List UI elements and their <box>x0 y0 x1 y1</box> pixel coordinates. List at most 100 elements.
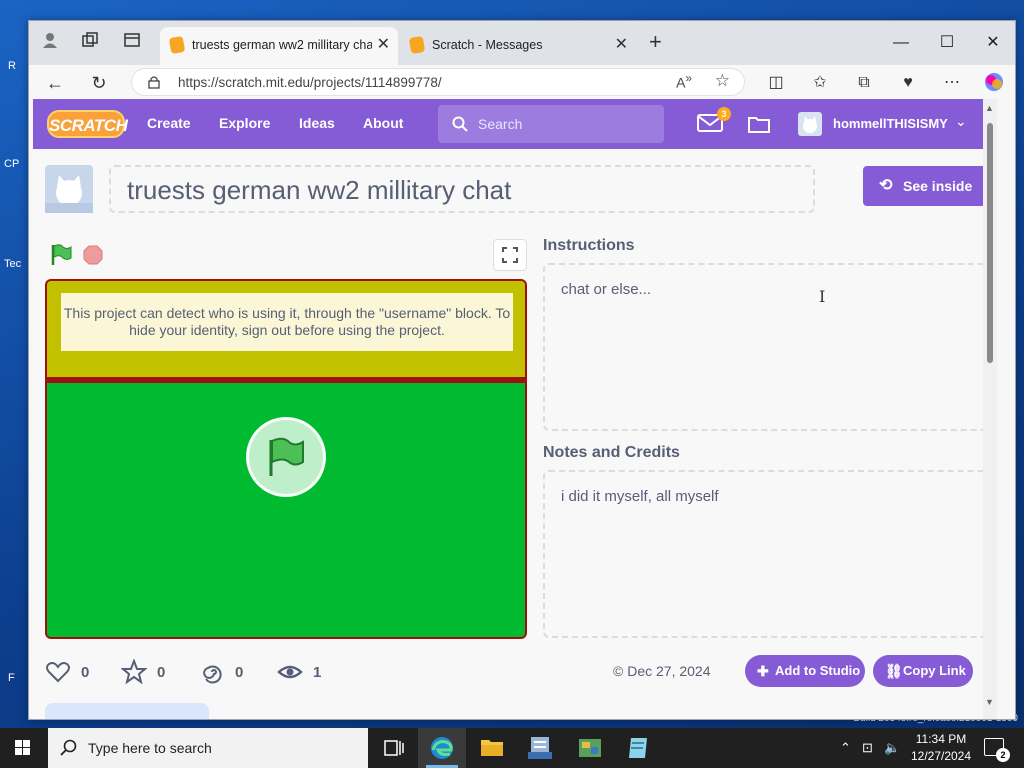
project-author-avatar[interactable] <box>45 165 93 213</box>
workspaces-icon[interactable] <box>77 31 103 57</box>
instructions-label: Instructions <box>543 237 635 254</box>
clock-time: 11:34 PM <box>915 732 967 746</box>
tab-messages[interactable]: Scratch - Messages ✕ <box>400 27 636 65</box>
taskbar-edge[interactable] <box>418 728 466 768</box>
edge-browser-icon <box>431 737 453 759</box>
taskbar-app-notes[interactable] <box>614 728 662 768</box>
new-tab-icon[interactable]: + <box>649 29 662 55</box>
studio-section-tab <box>45 703 209 719</box>
plus-icon: ✚ <box>757 663 769 679</box>
url-text: https://scratch.mit.edu/projects/1114899… <box>178 75 442 90</box>
taskbar-app-map[interactable] <box>566 728 614 768</box>
project-title-field[interactable]: truests german ww2 millitary chat <box>109 165 815 213</box>
start-button[interactable] <box>0 728 46 768</box>
tab-bar: truests german ww2 millitary chat ✕ Scra… <box>29 21 1015 65</box>
search-icon <box>60 739 77 756</box>
scratch-favicon-icon <box>168 35 186 55</box>
browser-window: truests german ww2 millitary chat ✕ Scra… <box>28 20 1016 720</box>
chevron-up-icon[interactable]: ⌃ <box>840 740 851 756</box>
reload-icon[interactable]: ↻ <box>85 69 113 97</box>
scratch-page: SCRATCH Create Explore Ideas About 3 hom… <box>33 99 997 719</box>
taskbar: Type here to search ⌃ ⊡ 🔈 11:34 PM 12/27… <box>0 728 1024 768</box>
nav-about[interactable]: About <box>363 115 403 131</box>
notes-field[interactable]: i did it myself, all myself <box>543 470 987 638</box>
volume-muted-icon[interactable]: 🔈 <box>884 740 900 756</box>
heart-icon <box>46 662 70 683</box>
fullscreen-button[interactable] <box>493 239 527 271</box>
remix-arrows-icon: ⟲ <box>879 177 893 194</box>
notification-count-badge: 2 <box>996 748 1010 762</box>
search-box <box>438 105 664 143</box>
read-aloud-icon[interactable]: A» <box>676 72 692 91</box>
split-screen-icon[interactable]: ◫ <box>763 71 789 95</box>
fullscreen-icon <box>502 247 518 263</box>
eye-icon <box>277 665 303 679</box>
shared-date: © Dec 27, 2024 <box>613 663 711 679</box>
favorite-count: 0 <box>157 664 166 681</box>
desktop-label: Tec <box>4 258 22 270</box>
clock-date: 12/27/2024 <box>910 749 972 763</box>
desktop-label: CP <box>4 158 20 170</box>
tab-title: Scratch - Messages <box>432 38 543 52</box>
username[interactable]: hommellTHISISMY <box>833 116 948 131</box>
task-view-button[interactable] <box>370 728 418 768</box>
taskbar-app-document[interactable] <box>516 728 564 768</box>
page-scrollbar[interactable]: ▲ ▼ <box>983 99 997 719</box>
taskbar-search-placeholder: Type here to search <box>88 740 212 756</box>
taskbar-file-explorer[interactable] <box>468 728 516 768</box>
scroll-up-arrow-icon[interactable]: ▲ <box>985 103 994 113</box>
project-stage[interactable]: This project can detect who is using it,… <box>45 279 527 639</box>
close-tab-icon[interactable]: ✕ <box>615 27 628 63</box>
my-stuff-folder-icon[interactable] <box>747 114 771 134</box>
add-to-studio-button[interactable]: ✚ Add to Studio <box>745 655 865 687</box>
back-arrow-icon[interactable]: ← <box>41 69 69 97</box>
green-flag-icon[interactable] <box>49 243 73 267</box>
stop-sign-icon[interactable] <box>83 245 103 265</box>
message-count-badge: 3 <box>717 107 731 121</box>
taskbar-clock[interactable]: 11:34 PM 12/27/2024 <box>906 731 976 765</box>
instructions-text: chat or else... <box>561 281 652 298</box>
scratch-navbar: SCRATCH Create Explore Ideas About 3 hom… <box>33 99 997 149</box>
maximize-icon[interactable]: ☐ <box>927 29 967 57</box>
star-icon <box>121 659 147 685</box>
scroll-thumb[interactable] <box>987 123 993 363</box>
more-menu-icon[interactable]: ⋯ <box>939 71 965 95</box>
scratch-logo[interactable]: SCRATCH <box>47 110 128 138</box>
notes-app-icon <box>629 738 647 758</box>
address-bar: ← ↻ https://scratch.mit.edu/projects/111… <box>29 65 1015 99</box>
nav-explore[interactable]: Explore <box>219 115 270 131</box>
tab-project[interactable]: truests german ww2 millitary chat ✕ <box>160 27 398 65</box>
copilot-icon[interactable] <box>981 71 1007 95</box>
close-window-icon[interactable]: ✕ <box>973 29 1013 57</box>
notes-label: Notes and Credits <box>543 444 680 461</box>
project-title: truests german ww2 millitary chat <box>127 175 512 205</box>
stage-top-band: This project can detect who is using it,… <box>47 281 525 383</box>
nav-create[interactable]: Create <box>147 115 191 131</box>
desktop-label: F <box>8 672 15 684</box>
task-view-icon <box>384 740 404 756</box>
tab-actions-icon[interactable] <box>119 31 145 57</box>
search-input[interactable] <box>478 114 648 134</box>
instructions-field[interactable]: chat or else... <box>543 263 987 431</box>
map-app-icon <box>579 739 601 757</box>
browser-essentials-icon[interactable]: ♥ <box>895 71 921 95</box>
document-app-icon <box>528 737 552 759</box>
chevron-down-icon[interactable]: ⌄ <box>955 113 967 130</box>
profile-icon[interactable] <box>37 31 63 57</box>
scroll-down-arrow-icon[interactable]: ▼ <box>985 697 994 707</box>
minimize-icon[interactable]: — <box>881 29 921 57</box>
collections-icon[interactable]: ⧉ <box>851 71 877 95</box>
favorites-icon[interactable]: ✩ <box>807 71 833 95</box>
url-field[interactable]: https://scratch.mit.edu/projects/1114899… <box>131 68 745 96</box>
taskbar-search-box[interactable]: Type here to search <box>48 728 368 768</box>
see-inside-button[interactable]: ⟲ See inside <box>863 166 987 206</box>
nav-ideas[interactable]: Ideas <box>299 115 335 131</box>
close-tab-icon[interactable]: ✕ <box>377 27 390 63</box>
username-warning: This project can detect who is using it,… <box>61 293 513 351</box>
network-icon[interactable]: ⊡ <box>862 740 873 756</box>
user-avatar[interactable] <box>798 112 822 136</box>
see-inside-label: See inside <box>903 178 973 194</box>
stage-start-button[interactable] <box>246 417 326 497</box>
copy-link-button[interactable]: ⛓ Copy Link <box>873 655 973 687</box>
favorite-star-icon[interactable]: ☆ <box>715 71 730 91</box>
